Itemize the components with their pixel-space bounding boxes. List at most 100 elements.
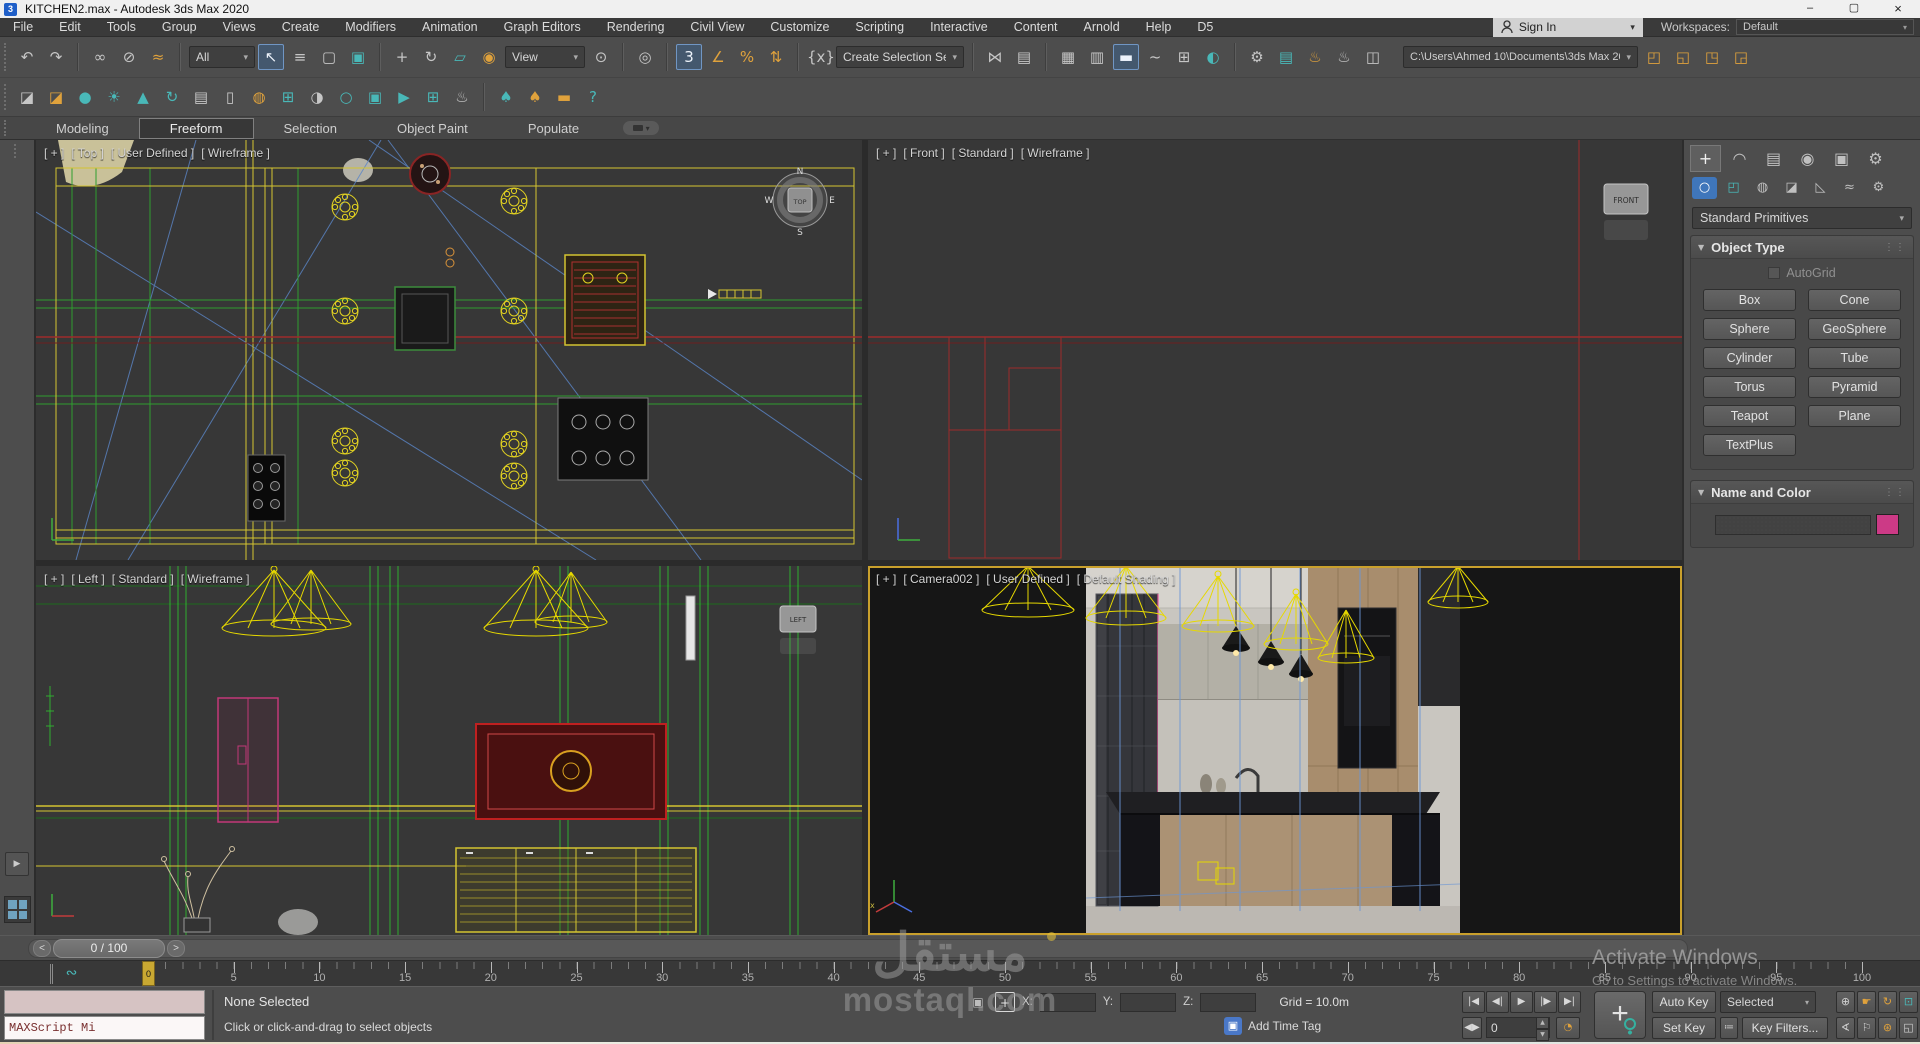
create-camera-icon[interactable]: ◪	[14, 84, 40, 110]
field-of-view-icon[interactable]: ∢	[1836, 1017, 1855, 1039]
maxscript-mini-listener[interactable]	[4, 990, 205, 1014]
select-and-link-icon[interactable]: ∞	[87, 44, 113, 70]
selection-filter-dropdown[interactable]: All▾	[189, 46, 255, 68]
menu-item-tools[interactable]: Tools	[94, 18, 149, 37]
time-slider-track[interactable]	[28, 939, 1688, 958]
schematic-view-icon[interactable]: ⊞	[1171, 44, 1197, 70]
menu-item-graph-editors[interactable]: Graph Editors	[491, 18, 594, 37]
primitive-button-geosphere[interactable]: GeoSphere	[1808, 318, 1901, 340]
selection-lock-icon[interactable]: ▣	[968, 992, 988, 1012]
primitive-button-pyramid[interactable]: Pyramid	[1808, 376, 1901, 398]
oven-wireframe[interactable]	[476, 724, 666, 819]
viewport-label-segment[interactable]: [ Top ]	[71, 146, 103, 160]
autogrid-checkbox[interactable]	[1768, 267, 1780, 279]
spinner-down-icon[interactable]: ▼	[1536, 1029, 1549, 1041]
panel-window-icon[interactable]: ▣	[362, 84, 388, 110]
maximize-button[interactable]: ▢	[1832, 0, 1876, 18]
forest-add-icon[interactable]: ♠	[522, 84, 548, 110]
tall-cabinet-wireframe[interactable]	[218, 698, 278, 822]
menu-item-animation[interactable]: Animation	[409, 18, 491, 37]
orbit-camera-icon[interactable]: ↻	[1878, 991, 1897, 1013]
viewport-label-segment[interactable]: [ + ]	[44, 572, 64, 586]
viewport-label-segment[interactable]: [ + ]	[876, 146, 896, 160]
ribbon-tab-selection[interactable]: Selection	[254, 119, 367, 138]
menu-item-rendering[interactable]: Rendering	[594, 18, 678, 37]
zoom-extents-all-icon[interactable]: ⊡	[1899, 991, 1918, 1013]
edit-named-selection-sets-icon[interactable]: {x}	[807, 44, 833, 70]
frame-spinner[interactable]: ▲▼	[1536, 1017, 1549, 1038]
y-coordinate-field[interactable]	[1120, 993, 1176, 1012]
z-coordinate-field[interactable]	[1200, 993, 1256, 1012]
image-board-icon[interactable]: ▤	[188, 84, 214, 110]
cameras-icon[interactable]: ◪	[1779, 177, 1804, 199]
forest-icon[interactable]: ♠	[493, 84, 519, 110]
help-icon[interactable]: ?	[580, 84, 606, 110]
go-to-end-icon[interactable]: ▶|	[1558, 991, 1581, 1013]
video-playback-icon[interactable]: ▶	[391, 84, 417, 110]
snaps-toggle-icon[interactable]: 3	[676, 44, 702, 70]
go-to-start-icon[interactable]: |◀	[1462, 991, 1485, 1013]
render-iterative-icon[interactable]: ♨	[1331, 44, 1357, 70]
percent-snap-toggle-icon[interactable]: %	[734, 44, 760, 70]
selection-set-dropdown[interactable]: Selected▾	[1720, 991, 1816, 1013]
tree-icon[interactable]: ▲	[130, 84, 156, 110]
close-button[interactable]: ×	[1876, 0, 1920, 18]
maxscript-mini-input[interactable]	[4, 1016, 205, 1040]
primitive-button-teapot[interactable]: Teapot	[1703, 405, 1796, 427]
menu-item-interactive[interactable]: Interactive	[917, 18, 1001, 37]
unlink-selection-icon[interactable]: ⊘	[116, 44, 142, 70]
toggle-layer-explorer-icon[interactable]: ▥	[1084, 44, 1110, 70]
menu-item-file[interactable]: File	[0, 18, 46, 37]
fire-effect-icon[interactable]: ◍	[246, 84, 272, 110]
geometry-icon[interactable]: ○	[1692, 177, 1717, 199]
named-selection-sets-dropdown[interactable]: Create Selection Se▾	[836, 46, 964, 68]
key-filter-mode-icon[interactable]: ≔	[1720, 1017, 1738, 1039]
orbit-icon[interactable]: ⊛	[1878, 1017, 1897, 1039]
teapot-utility-icon[interactable]: ♨	[449, 84, 475, 110]
viewport-left[interactable]: [ + ][ Left ][ Standard ][ Wireframe ]	[36, 566, 862, 935]
undo-icon[interactable]: ↶	[14, 44, 40, 70]
name-and-color-rollout-header[interactable]: ▼ Name and Color ⋮⋮	[1691, 481, 1913, 504]
x-coordinate-field[interactable]	[1040, 993, 1096, 1012]
redo-icon[interactable]: ↷	[43, 44, 69, 70]
spinner-snap-toggle-icon[interactable]: ⇅	[763, 44, 789, 70]
viewport-label-segment[interactable]: [ Camera002 ]	[903, 572, 979, 586]
play-icon[interactable]: ▶	[1510, 991, 1533, 1013]
plant-card-icon[interactable]: ▯	[217, 84, 243, 110]
primitive-button-cone[interactable]: Cone	[1808, 289, 1901, 311]
spinner-up-icon[interactable]: ▲	[1536, 1017, 1549, 1029]
viewport-label-segment[interactable]: [ Wireframe ]	[181, 572, 250, 586]
render-loop-icon[interactable]: ↻	[159, 84, 185, 110]
key-mode-toggle-icon[interactable]: ◀▶	[1462, 1017, 1482, 1039]
object-name-field[interactable]	[1715, 515, 1871, 535]
viewport-camera[interactable]: [ + ][ Camera002 ][ User Defined ][ Defa…	[868, 566, 1682, 935]
hierarchy-tab-icon[interactable]: ▤	[1758, 145, 1789, 172]
material-editor-icon[interactable]: ◐	[1200, 44, 1226, 70]
export-file-icon[interactable]: ◳	[1699, 44, 1725, 70]
time-configuration-icon[interactable]: ◔	[1556, 1017, 1580, 1039]
space-warps-icon[interactable]: ≈	[1837, 177, 1862, 199]
pan-hand-icon[interactable]: ☛	[1857, 991, 1876, 1013]
create-tab-icon[interactable]: +	[1690, 145, 1721, 172]
menu-item-create[interactable]: Create	[269, 18, 333, 37]
front-viewport-canvas[interactable]: FRONT	[868, 140, 1682, 560]
select-and-move-icon[interactable]: +	[389, 44, 415, 70]
walk-through-icon[interactable]: ⚐	[1857, 1017, 1876, 1039]
absolute-mode-toggle-icon[interactable]: +	[995, 992, 1015, 1012]
previous-frame-icon[interactable]: ◀|	[1486, 991, 1509, 1013]
left-viewport-canvas[interactable]: LEFT	[36, 566, 862, 935]
render-ab-compare-icon[interactable]: ◫	[1360, 44, 1386, 70]
sun-light-icon[interactable]: ☀	[101, 84, 127, 110]
send-to-icon[interactable]: ◰	[1641, 44, 1667, 70]
left-view-gizmo[interactable]: LEFT	[780, 606, 816, 654]
object-color-swatch[interactable]	[1876, 514, 1899, 535]
select-and-rotate-icon[interactable]: ↻	[418, 44, 444, 70]
primitive-button-torus[interactable]: Torus	[1703, 376, 1796, 398]
viewport-label-segment[interactable]: [ + ]	[44, 146, 64, 160]
toggle-scene-explorer-icon[interactable]: ▦	[1055, 44, 1081, 70]
primitive-button-box[interactable]: Box	[1703, 289, 1796, 311]
select-and-place-icon[interactable]: ◉	[476, 44, 502, 70]
top-viewport-canvas[interactable]: TOP N W E S	[36, 140, 862, 560]
current-frame-marker[interactable]: 0	[142, 961, 155, 986]
ribbon-tab-populate[interactable]: Populate	[498, 119, 609, 138]
